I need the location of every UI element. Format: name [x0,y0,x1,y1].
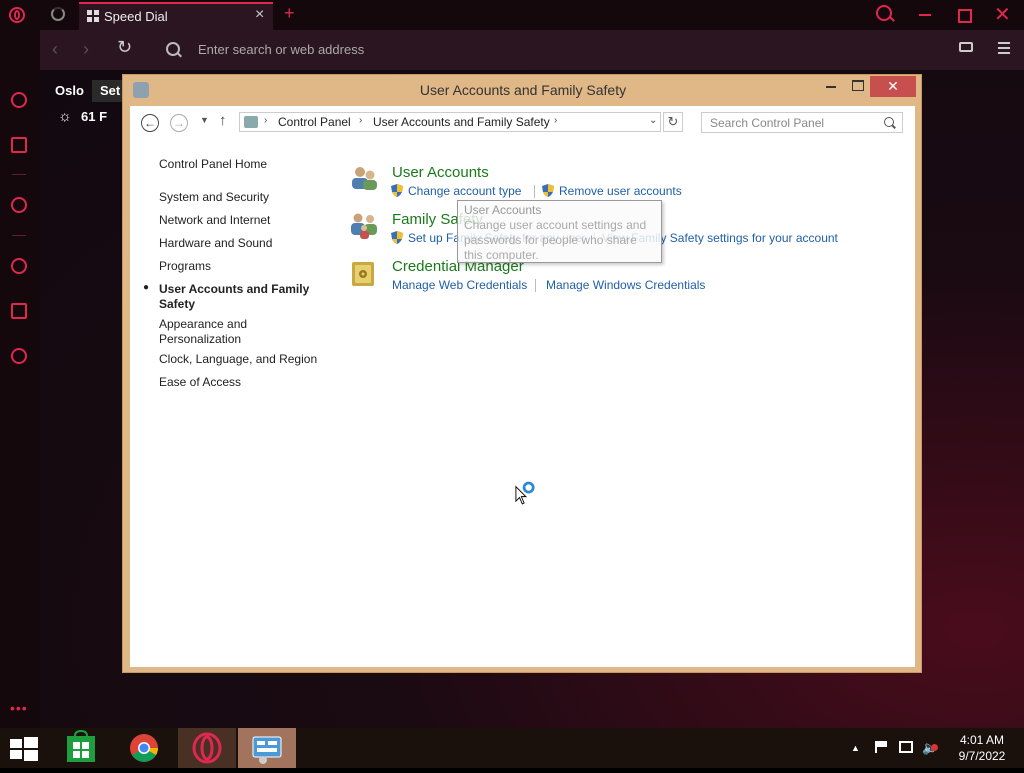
reload-button[interactable]: ↻ [117,37,132,58]
nav-clock-language[interactable]: Clock, Language, and Region [159,352,317,367]
workspace-icon[interactable] [11,137,27,153]
window-close-button[interactable]: ✕ [870,76,916,97]
clock-date[interactable]: 9/7/2022 [952,749,1012,763]
nav-appearance[interactable]: Appearance and Personalization [159,317,279,347]
manage-web-credentials-link[interactable]: Manage Web Credentials [392,278,527,292]
recent-locations-chevron-icon[interactable]: ▼ [200,115,209,125]
breadcrumb-separator-icon[interactable]: › [554,115,557,126]
uac-shield-icon [391,184,403,197]
uac-shield-icon [542,184,554,197]
window-content: ← → ▼ ↑ › Control Panel › User Accounts … [130,106,915,667]
weather-temperature: 61 F [81,109,108,124]
easy-setup-icon[interactable] [998,42,1010,54]
nav-system-security[interactable]: System and Security [159,190,269,205]
weather-settings-button[interactable]: Set [92,80,122,102]
back-arrow-icon[interactable]: ← [141,114,159,132]
speed-dial-grid-icon [87,10,99,22]
nav-control-panel-home[interactable]: Control Panel Home [159,157,267,172]
address-dropdown-icon[interactable]: ⌄ [649,115,657,126]
user-accounts-icon[interactable] [349,163,379,193]
control-panel-window: User Accounts and Family Safety ✕ ← → ▼ … [122,74,922,673]
search-input[interactable]: Search Control Panel [710,116,824,130]
weather-city: Oslo [55,83,84,98]
forward-button[interactable]: › [83,39,89,60]
refresh-button[interactable]: ↻ [663,112,683,132]
browser-sidebar: ••• [0,30,40,728]
store-icon[interactable] [63,728,99,768]
remove-user-accounts-link[interactable]: Remove user accounts [559,184,682,198]
network-icon[interactable] [899,741,913,753]
chrome-icon[interactable] [126,728,162,768]
settings-gear-icon[interactable] [11,348,27,364]
tab-speed-dial[interactable]: Speed Dial × [79,2,273,30]
loading-spinner-icon [51,7,65,21]
nav-user-accounts-current: User Accounts and Family Safety [159,282,310,311]
extensions-cube-icon[interactable] [11,303,27,319]
breadcrumb-control-panel[interactable]: Control Panel [278,115,351,129]
busy-cursor-icon [515,481,535,505]
window-maximize-button[interactable] [852,80,864,91]
address-bar: ‹ › ↻ Enter search or web address [40,30,1024,70]
browser-tab-bar: Speed Dial × + ✕ [0,0,1024,30]
show-hidden-icons-icon[interactable]: ▲ [851,743,860,753]
credential-manager-icon[interactable] [349,259,379,289]
tab-search-icon[interactable] [876,5,892,21]
snapshot-icon[interactable] [959,42,973,52]
new-tab-button[interactable]: + [284,3,295,24]
up-arrow-icon[interactable]: ↑ [219,112,227,129]
control-panel-icon [252,736,282,764]
category-user-accounts[interactable]: User Accounts [392,164,489,181]
action-center-flag-icon[interactable] [875,741,889,753]
browser-minimize-button[interactable] [919,14,931,16]
window-title: User Accounts and Family Safety [419,82,627,98]
browser-close-button[interactable]: ✕ [994,2,1011,27]
explorer-toolbar: ← → ▼ ↑ › Control Panel › User Accounts … [130,106,915,140]
taskbar-control-panel-button[interactable] [238,728,296,768]
nav-ease-of-access[interactable]: Ease of Access [159,375,241,390]
search-icon [166,42,180,56]
opera-icon [192,732,222,764]
control-panel-search[interactable]: Search Control Panel [701,112,903,133]
control-panel-small-icon [244,116,258,128]
breadcrumb-separator-icon[interactable]: › [264,115,267,126]
more-dots-icon[interactable]: ••• [10,700,28,716]
tooltip-body: Change user account settings and passwor… [464,218,647,262]
breadcrumb[interactable]: › Control Panel › User Accounts and Fami… [239,112,661,132]
history-icon[interactable] [11,258,27,274]
taskbar-opera-button[interactable] [178,728,236,768]
uac-shield-icon [391,231,403,244]
back-button[interactable]: ‹ [52,39,58,60]
browser-restore-button[interactable] [958,9,972,23]
start-button[interactable] [10,736,38,761]
window-minimize-button[interactable] [826,86,836,88]
nav-network-internet[interactable]: Network and Internet [159,213,270,228]
speedometer-icon[interactable] [11,92,27,108]
tooltip: User Accounts Change user account settin… [457,200,662,263]
change-account-type-link[interactable]: Change account type [408,184,521,198]
muted-indicator-icon [931,744,938,751]
manage-windows-credentials-link[interactable]: Manage Windows Credentials [546,278,705,292]
breadcrumb-user-accounts[interactable]: User Accounts and Family Safety [373,115,550,129]
family-safety-icon[interactable] [349,210,379,240]
address-input[interactable]: Enter search or web address [198,42,364,57]
current-item-bullet-icon: ● [143,282,150,293]
sun-icon: ☼ [58,108,72,125]
tooltip-title: User Accounts [464,203,542,217]
player-icon[interactable] [11,197,27,213]
opera-menu-icon[interactable] [9,7,25,23]
nav-programs[interactable]: Programs [159,259,211,274]
tab-close-icon[interactable]: × [255,6,264,24]
taskbar: ▲ 🔈 4:01 AM 9/7/2022 [0,728,1024,768]
forward-arrow-icon[interactable]: → [170,114,188,132]
tab-title: Speed Dial [104,9,168,24]
nav-hardware-sound[interactable]: Hardware and Sound [159,236,272,251]
clock-time[interactable]: 4:01 AM [952,733,1012,747]
search-icon[interactable] [884,117,894,127]
breadcrumb-separator-icon[interactable]: › [359,115,362,126]
